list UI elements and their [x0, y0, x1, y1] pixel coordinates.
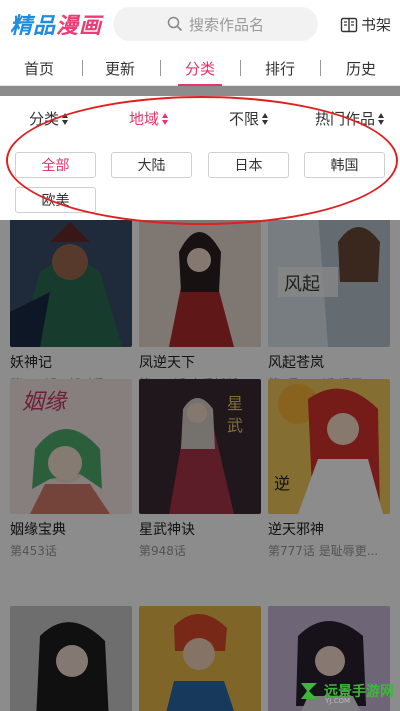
filter-panel: 分类 地域 不限 热门作品 全部 大陆 日本 韩国 欧美 [0, 96, 400, 220]
search-icon [167, 16, 183, 32]
nav-divider [320, 60, 321, 76]
comic-latest-chapter: 第777话 是耻辱更... [268, 544, 379, 558]
region-chip-west[interactable]: 欧美 [15, 187, 96, 213]
bookshelf-label: 书架 [361, 16, 392, 34]
svg-text:逆: 逆 [274, 474, 290, 493]
app-logo[interactable]: 精品漫画 [10, 8, 102, 40]
comic-card[interactable]: 星武 星武神诀 第948话 [139, 379, 261, 559]
nav-divider [82, 60, 83, 76]
sort-arrows-icon [262, 112, 269, 125]
filter-label: 地域 [129, 110, 160, 128]
region-chip-mainland[interactable]: 大陆 [111, 152, 192, 178]
filter-label: 热门作品 [315, 110, 376, 128]
logo-part2: 漫画 [56, 14, 103, 39]
nav-divider [240, 60, 241, 76]
filter-label: 不限 [229, 110, 260, 128]
logo-part1: 精品 [10, 14, 57, 39]
sort-arrows-icon [162, 112, 169, 125]
comic-cover: 逆 [268, 379, 390, 514]
filter-label: 分类 [29, 110, 60, 128]
filter-status[interactable]: 不限 [229, 108, 269, 129]
comic-title: 逆天邪神 [268, 522, 324, 538]
filter-sort[interactable]: 热门作品 [315, 108, 385, 129]
comic-card[interactable]: 风起 风起苍岚 第2季328话 樨眉... [268, 212, 390, 392]
region-chip-all[interactable]: 全部 [15, 152, 96, 178]
comic-cover [139, 606, 261, 711]
comic-cover [10, 606, 132, 711]
comic-title: 风起苍岚 [268, 355, 324, 371]
tab-home[interactable]: 首页 [24, 58, 54, 79]
search-input[interactable]: 搜索作品名 [113, 7, 318, 41]
comic-cover: 星武 [139, 379, 261, 514]
comic-cover [139, 212, 261, 347]
comic-cover [10, 212, 132, 347]
bookshelf-button[interactable]: 书架 [340, 14, 391, 35]
bookshelf-icon [340, 17, 358, 32]
comic-card[interactable]: 姻缘 姻缘宝典 第453话 [10, 379, 132, 559]
site-watermark: 远景手游网 YJ.COM [297, 679, 394, 705]
comic-title: 星武神诀 [139, 522, 195, 538]
comic-card[interactable] [10, 606, 132, 711]
svg-text:风起: 风起 [284, 274, 320, 295]
svg-text:姻缘: 姻缘 [22, 390, 68, 415]
filter-region[interactable]: 地域 [129, 108, 169, 129]
app-header: 精品漫画 搜索作品名 书架 [0, 0, 400, 48]
comic-cover: 风起 [268, 212, 390, 347]
comic-title: 姻缘宝典 [10, 522, 66, 538]
comic-card[interactable]: 妖神记 第515话1 新对手 [10, 212, 132, 392]
svg-text:武: 武 [227, 416, 243, 435]
comic-cover: 姻缘 [10, 379, 132, 514]
comic-card[interactable]: 逆 逆天邪神 第777话 是耻辱更... [268, 379, 390, 559]
nav-divider [160, 60, 161, 76]
comic-latest-chapter: 第948话 [139, 544, 186, 558]
tab-updates[interactable]: 更新 [105, 58, 135, 79]
svg-text:星: 星 [227, 394, 243, 413]
comic-latest-chapter: 第453话 [10, 544, 57, 558]
region-chip-japan[interactable]: 日本 [208, 152, 289, 178]
search-placeholder: 搜索作品名 [189, 15, 265, 34]
tab-category[interactable]: 分类 [185, 58, 215, 79]
tab-ranking[interactable]: 排行 [265, 58, 295, 79]
filter-row: 分类 地域 不限 热门作品 [0, 108, 400, 132]
watermark-logo-icon [301, 683, 317, 699]
main-nav: 首页 更新 分类 排行 历史 [0, 52, 400, 86]
comic-card[interactable] [139, 606, 261, 711]
sort-arrows-icon [378, 112, 385, 125]
filter-category[interactable]: 分类 [29, 108, 69, 129]
sort-arrows-icon [62, 112, 69, 125]
region-chip-korea[interactable]: 韩国 [304, 152, 385, 178]
watermark-subtext: YJ.COM [325, 697, 351, 705]
comic-grid: 妖神记 第515话1 新对手 凤逆天下 第592话 亲手斩断8 风起 风起苍岚 … [0, 212, 400, 711]
comic-title: 凤逆天下 [139, 355, 195, 371]
comic-card[interactable]: 凤逆天下 第592话 亲手斩断8 [139, 212, 261, 392]
comic-title: 妖神记 [10, 355, 52, 371]
tab-history[interactable]: 历史 [346, 58, 376, 79]
active-tab-indicator [178, 84, 222, 86]
